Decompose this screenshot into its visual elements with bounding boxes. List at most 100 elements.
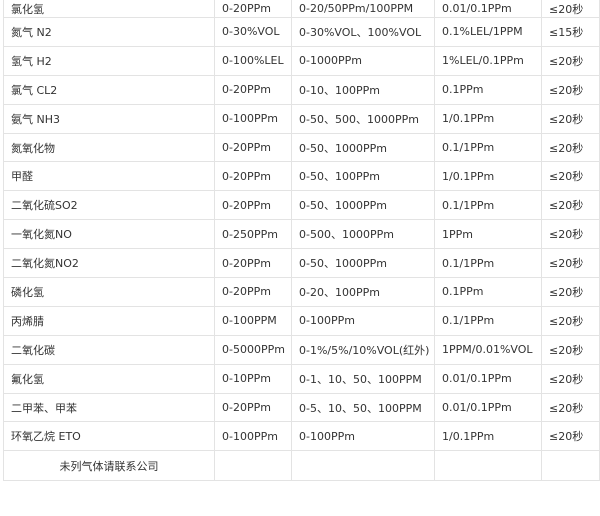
cell-gas: 氮氧化物 (3, 133, 215, 162)
cell-resolution: 1/0.1PPm (435, 162, 542, 191)
cell-range: 0-100PPM (215, 306, 292, 335)
table-row: 二甲苯、甲苯 0-20PPm 0-5、10、50、100PPM 0.01/0.1PPm… (3, 393, 600, 423)
table-row: 氨气 NH3 0-100PPm 0-50、500、1000PPm 1/0.1PPm ≤2… (3, 104, 600, 134)
cell-options: 0-50、100PPm (292, 162, 435, 191)
cell-options: 0-50、1000PPm (292, 249, 435, 278)
cell-gas: 氢气 H2 (3, 46, 215, 75)
cell-resolution: 0.1/1PPm (435, 191, 542, 220)
cell-resolution: 0.01/0.1PPm (435, 393, 542, 422)
cell-resolution: 1/0.1PPm (435, 422, 542, 451)
cell-gas: 丙烯腈 (3, 306, 215, 335)
cell-options: 0-20/50PPm/100PPM (292, 0, 435, 17)
cell-gas: 二氧化碳 (3, 335, 215, 364)
cell-options: 0-20、100PPm (292, 278, 435, 306)
table-row: 甲醛 0-20PPm 0-50、100PPm 1/0.1PPm ≤20秒 (3, 162, 600, 192)
gas-spec-table: 氯化氢 0-20PPm 0-20/50PPm/100PPM 0.01/0.1PPm ≤2… (3, 0, 600, 482)
cell-range: 0-20PPm (215, 249, 292, 278)
cell-response: ≤20秒 (542, 335, 600, 364)
cell-gas: 甲醛 (3, 162, 215, 191)
footer-note: 未列气体请联系公司 (3, 451, 215, 481)
cell-options: 0-30%VOL、100%VOL (292, 18, 435, 46)
table-row: 氮氧化物 0-20PPm 0-50、1000PPm 0.1/1PPm ≤20秒 (3, 133, 600, 163)
table-row: 环氧乙烷 ETO 0-100PPm 0-100PPm 1/0.1PPm ≤20秒 (3, 422, 600, 452)
cell-response: ≤20秒 (542, 104, 600, 133)
cell-range: 0-20PPm (215, 0, 292, 17)
empty-cell (215, 451, 292, 481)
cell-gas: 一氧化氮NO (3, 220, 215, 249)
cell-response: ≤20秒 (542, 364, 600, 393)
cell-resolution: 1PPM/0.01%VOL (435, 335, 542, 364)
cell-options: 0-5、10、50、100PPM (292, 393, 435, 422)
cell-resolution: 0.1%LEL/1PPM (435, 18, 542, 46)
table-footer-row: 未列气体请联系公司 (3, 451, 600, 482)
table-row: 丙烯腈 0-100PPM 0-100PPm 0.1/1PPm ≤20秒 (3, 306, 600, 336)
cell-resolution: 0.1PPm (435, 75, 542, 104)
cell-response: ≤20秒 (542, 46, 600, 75)
cell-range: 0-100%LEL (215, 46, 292, 75)
cell-options: 0-50、1000PPm (292, 191, 435, 220)
cell-gas: 氨气 NH3 (3, 104, 215, 133)
table-row: 氟化氢 0-10PPm 0-1、10、50、100PPM 0.01/0.1PPm ≤20… (3, 364, 600, 394)
cell-range: 0-20PPm (215, 393, 292, 422)
empty-cell (435, 451, 542, 481)
cell-options: 0-1000PPm (292, 46, 435, 75)
cell-gas: 氟化氢 (3, 364, 215, 393)
cell-gas: 氯气 CL2 (3, 75, 215, 104)
cell-resolution: 0.1/1PPm (435, 133, 542, 162)
cell-response: ≤20秒 (542, 393, 600, 422)
cell-range: 0-20PPm (215, 133, 292, 162)
cell-options: 0-10、100PPm (292, 75, 435, 104)
cell-response: ≤20秒 (542, 162, 600, 191)
cell-gas: 磷化氢 (3, 278, 215, 306)
cell-resolution: 0.1PPm (435, 278, 542, 306)
cell-range: 0-20PPm (215, 191, 292, 220)
cell-options: 0-500、1000PPm (292, 220, 435, 249)
cell-range: 0-20PPm (215, 75, 292, 104)
cell-resolution: 0.1/1PPm (435, 306, 542, 335)
cell-options: 0-100PPm (292, 306, 435, 335)
cell-range: 0-100PPm (215, 104, 292, 133)
cell-response: ≤15秒 (542, 18, 600, 46)
table-row: 二氧化硫SO2 0-20PPm 0-50、1000PPm 0.1/1PPm ≤20秒 (3, 191, 600, 221)
cell-gas: 二氧化硫SO2 (3, 191, 215, 220)
cell-range: 0-100PPm (215, 422, 292, 451)
cell-response: ≤20秒 (542, 249, 600, 278)
cell-response: ≤20秒 (542, 306, 600, 335)
table-row: 一氧化氮NO 0-250PPm 0-500、1000PPm 1PPm ≤20秒 (3, 220, 600, 250)
table-row: 氯化氢 0-20PPm 0-20/50PPm/100PPM 0.01/0.1PPm ≤2… (3, 0, 600, 18)
table-row: 二氧化碳 0-5000PPm 0-1%/5%/10%VOL(红外) 1PPM/0.01… (3, 335, 600, 365)
cell-resolution: 1PPm (435, 220, 542, 249)
cell-response: ≤20秒 (542, 220, 600, 249)
cell-range: 0-5000PPm (215, 335, 292, 364)
cell-options: 0-1、10、50、100PPM (292, 364, 435, 393)
cell-gas: 环氧乙烷 ETO (3, 422, 215, 451)
cell-range: 0-20PPm (215, 162, 292, 191)
cell-resolution: 0.01/0.1PPm (435, 364, 542, 393)
cell-options: 0-100PPm (292, 422, 435, 451)
cell-options: 0-50、500、1000PPm (292, 104, 435, 133)
cell-range: 0-250PPm (215, 220, 292, 249)
cell-response: ≤20秒 (542, 0, 600, 17)
cell-options: 0-1%/5%/10%VOL(红外) (292, 335, 435, 364)
cell-resolution: 1%LEL/0.1PPm (435, 46, 542, 75)
cell-range: 0-20PPm (215, 278, 292, 306)
table-row: 磷化氢 0-20PPm 0-20、100PPm 0.1PPm ≤20秒 (3, 278, 600, 307)
cell-response: ≤20秒 (542, 133, 600, 162)
table-row: 氮气 N2 0-30%VOL 0-30%VOL、100%VOL 0.1%LEL/1PP… (3, 18, 600, 47)
empty-cell (542, 451, 600, 481)
cell-response: ≤20秒 (542, 191, 600, 220)
cell-resolution: 0.01/0.1PPm (435, 0, 542, 17)
cell-range: 0-30%VOL (215, 18, 292, 46)
cell-options: 0-50、1000PPm (292, 133, 435, 162)
cell-resolution: 1/0.1PPm (435, 104, 542, 133)
cell-gas: 氯化氢 (3, 0, 215, 17)
empty-cell (292, 451, 435, 481)
cell-gas: 氮气 N2 (3, 18, 215, 46)
table-row: 氯气 CL2 0-20PPm 0-10、100PPm 0.1PPm ≤20秒 (3, 75, 600, 105)
cell-response: ≤20秒 (542, 278, 600, 306)
table-row: 氢气 H2 0-100%LEL 0-1000PPm 1%LEL/0.1PPm ≤20秒 (3, 46, 600, 76)
cell-response: ≤20秒 (542, 422, 600, 451)
cell-gas: 二氧化氮NO2 (3, 249, 215, 278)
cell-response: ≤20秒 (542, 75, 600, 104)
table-row: 二氧化氮NO2 0-20PPm 0-50、1000PPm 0.1/1PPm ≤20秒 (3, 249, 600, 279)
